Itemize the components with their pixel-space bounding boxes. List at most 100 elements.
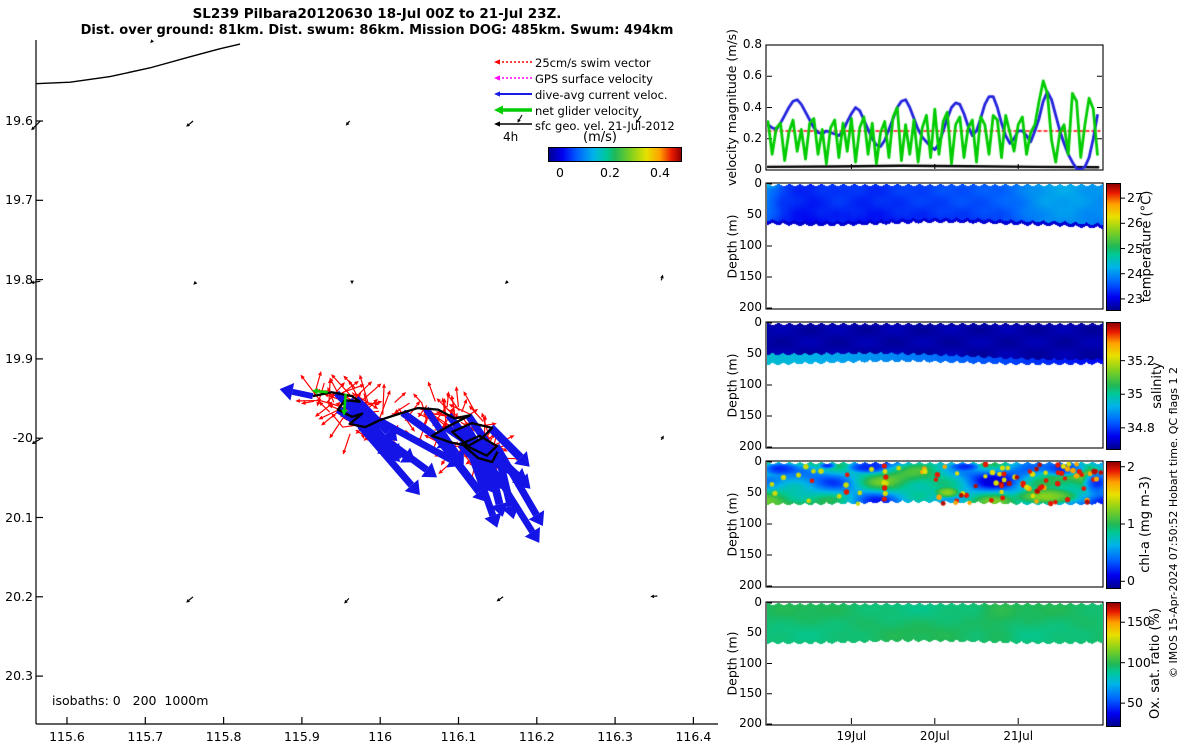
depth-tick-label: 200	[739, 716, 762, 730]
depth-tick-label: 150	[739, 685, 762, 700]
net-glider-velocity-arrow	[343, 393, 348, 410]
depth-tick-label: 0	[754, 176, 762, 190]
geo-current-arrow-head	[193, 281, 198, 285]
legend-label-gps-velocity: GPS surface velocity	[535, 72, 653, 86]
swim-vector-arrow	[429, 385, 436, 402]
oxygen-section-canvas	[767, 603, 1103, 724]
swim-vector-arrow	[456, 390, 460, 408]
legend-colorbar-tick-label: 0.2	[600, 165, 620, 180]
page-title: SL239 Pilbara20120630 18-Jul 00Z to 21-J…	[192, 6, 562, 22]
colorbar-tick-label: 35	[1127, 386, 1143, 402]
chl-colorbar-title: chl-a (mg m-3)	[1137, 475, 1153, 573]
colorbar-tick-label: 26	[1127, 215, 1143, 231]
swim-vector-arrow	[394, 394, 404, 403]
oxygen-colorbar	[1106, 602, 1121, 727]
legend-label-dive-avg: dive-avg current veloc.	[535, 88, 668, 102]
colorbar-tick-label: 0	[1127, 573, 1135, 589]
legend-arrow-4-head	[494, 121, 500, 127]
date-tick-label: 20Jul	[919, 729, 950, 743]
swim-vector-arrow-head	[359, 374, 363, 380]
depth-tick-label: 200	[739, 300, 762, 314]
map-y-tick-label: 19.8	[5, 271, 33, 287]
legend-arrow-2-head	[494, 91, 500, 97]
colorbar-tick-label: 27	[1127, 190, 1143, 206]
legend-arrow-3-head	[494, 105, 503, 115]
map-x-tick-label: 115.6	[49, 729, 85, 744]
colorbar-tick-label: 25	[1127, 240, 1143, 256]
legend-colorbar-title: (m/s)	[583, 130, 617, 145]
depth-tick-label: 150	[739, 547, 762, 561]
depth-tick-label: 150	[739, 269, 762, 283]
map-y-tick-label: 19.7	[5, 192, 33, 208]
date-tick-label: 19Jul	[836, 729, 867, 743]
geo-current-arrow	[33, 280, 41, 283]
depth-tick-label: 50	[746, 485, 762, 499]
map-x-tick-label: 116	[368, 729, 393, 744]
depth-tick-label: 50	[746, 625, 762, 640]
legend-colorbar	[548, 147, 682, 162]
swim-vector-arrow-head	[295, 398, 300, 403]
colorbar-tick-label: 23	[1127, 290, 1143, 306]
temperature-section-canvas	[767, 184, 1103, 308]
velocity-chart-canvas	[767, 46, 1103, 170]
map-y-tick-label: 20.3	[5, 668, 33, 684]
depth-tick-label: 50	[746, 346, 762, 360]
chl-section-canvas	[767, 462, 1103, 586]
swim-vector-arrow-head	[427, 381, 432, 387]
geo-current-arrow	[188, 596, 194, 601]
depth-tick-label: 0	[754, 454, 762, 468]
depth-tick-label: 200	[739, 439, 762, 453]
legend-duration-label: 4h	[503, 130, 519, 144]
map-x-tick-label: 116.2	[518, 729, 555, 744]
isobaths-label: isobaths: 0 200 1000m	[52, 693, 209, 708]
velocity-tick-label: 0	[754, 162, 762, 176]
map-x-tick-label: 115.9	[283, 729, 320, 744]
colorbar-tick-label: 150	[1127, 614, 1151, 630]
swim-vector-arrow-head	[301, 400, 306, 405]
chl-colorbar	[1106, 461, 1121, 589]
swim-vector-arrow-head	[342, 449, 347, 455]
colorbar-tick-label: 35.2	[1127, 352, 1155, 368]
depth-tick-label: 0	[754, 595, 762, 609]
velocity-tick-label: 0.4	[742, 99, 762, 114]
coastline	[35, 43, 241, 85]
legend-label-swim-vector: 25cm/s swim vector	[535, 56, 651, 70]
map-x-tick-label: 116.3	[597, 729, 633, 744]
net-glider-velocity-arrow	[317, 390, 328, 394]
depth-tick-label: 50	[746, 207, 762, 221]
swim-vector-arrow	[305, 400, 315, 404]
depth-tick-label: 100	[739, 655, 762, 670]
map-y-tick-label: 20.1	[5, 509, 33, 525]
depth-tick-label: 0	[754, 315, 762, 329]
geo-current-arrow	[346, 597, 350, 602]
swim-vector-arrow-head	[386, 389, 391, 395]
geo-current-arrow	[660, 438, 663, 441]
temperature-colorbar	[1106, 183, 1121, 311]
depth-tick-label: 100	[739, 238, 762, 252]
map-x-tick-label: 115.7	[127, 729, 164, 744]
geo-current-arrow-head	[505, 280, 509, 285]
salinity-colorbar-title: salinity	[1149, 361, 1165, 409]
colorbar-tick-label: 50	[1127, 695, 1143, 711]
swim-vector-arrow	[452, 405, 471, 415]
velocity-tick-label: 0.2	[742, 130, 762, 145]
map-y-tick-label: -20	[12, 430, 33, 446]
map-x-tick-label: 116.4	[675, 729, 712, 744]
legend-colorbar-tick-label: 0.4	[650, 165, 670, 180]
legend-arrow-0-head	[494, 59, 500, 65]
legend-arrow-1-head	[494, 75, 500, 81]
salinity-section-canvas	[767, 323, 1103, 447]
swim-vector-arrow	[343, 433, 351, 451]
colorbar-tick-label: 2	[1127, 458, 1135, 474]
geo-sample-arrow	[518, 114, 523, 121]
colorbar-tick-label: 1	[1127, 516, 1135, 531]
figure: SL239 Pilbara20120630 18-Jul 00Z to 21-J…	[0, 0, 1200, 750]
velocity-tick-label: 0.8	[742, 37, 762, 51]
colorbar-tick-label: 24	[1127, 265, 1143, 281]
attribution-wrap: © IMOS 15-Apr-2024 07:50:52 Hobart time.…	[1166, 318, 1181, 726]
date-tick-label: 21Jul	[1003, 729, 1034, 743]
dive-avg-current-arrow	[291, 388, 314, 400]
legend-label-net-glider: net glider velocity	[535, 104, 639, 118]
geo-current-arrow-head	[150, 39, 154, 44]
geo-current-arrow	[188, 120, 194, 125]
